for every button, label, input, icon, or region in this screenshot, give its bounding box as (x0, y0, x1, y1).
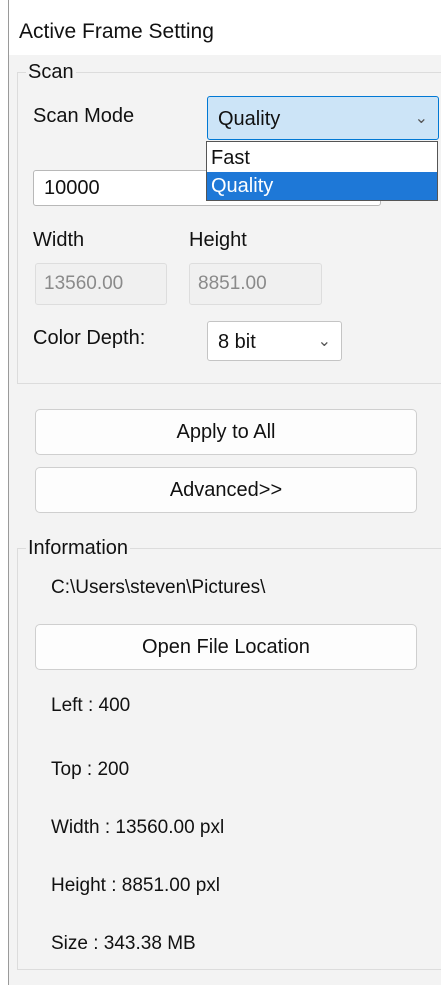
file-path-text: C:\Users\steven\Pictures\ (51, 577, 266, 598)
top-value: Top : 200 (51, 759, 130, 780)
scan-mode-value: Quality (218, 108, 281, 130)
apply-to-all-button[interactable]: Apply to All (35, 409, 417, 455)
advanced-button[interactable]: Advanced>> (35, 467, 417, 513)
left-value: Left : 400 (51, 695, 131, 716)
chevron-down-icon: ⌄ (414, 110, 428, 127)
color-depth-combobox[interactable]: 8 bit ⌄ (207, 321, 342, 361)
chevron-down-icon: ⌄ (317, 333, 331, 350)
open-file-location-button[interactable]: Open File Location (35, 624, 417, 670)
dropdown-option-fast[interactable]: Fast (207, 144, 437, 172)
size-value: Size : 343.38 MB (51, 933, 196, 954)
panel-title: Active Frame Setting (9, 0, 441, 55)
height-field: 8851.00 (189, 263, 322, 305)
height-value: Height : 8851.00 pxl (51, 875, 221, 896)
scan-mode-combobox[interactable]: Quality ⌄ (207, 96, 439, 140)
height-label: Height (189, 229, 247, 251)
scan-group-title: Scan (26, 61, 76, 83)
dropdown-option-quality[interactable]: Quality (207, 172, 437, 200)
width-label: Width (33, 229, 85, 251)
color-depth-label: Color Depth: (33, 327, 146, 349)
scan-mode-dropdown-list: Fast Quality (206, 141, 438, 201)
information-group-title: Information (26, 537, 131, 559)
width-value: Width : 13560.00 pxl (51, 817, 225, 838)
color-depth-value: 8 bit (218, 331, 256, 353)
width-field: 13560.00 (35, 263, 167, 305)
scan-mode-label: Scan Mode (33, 105, 135, 127)
